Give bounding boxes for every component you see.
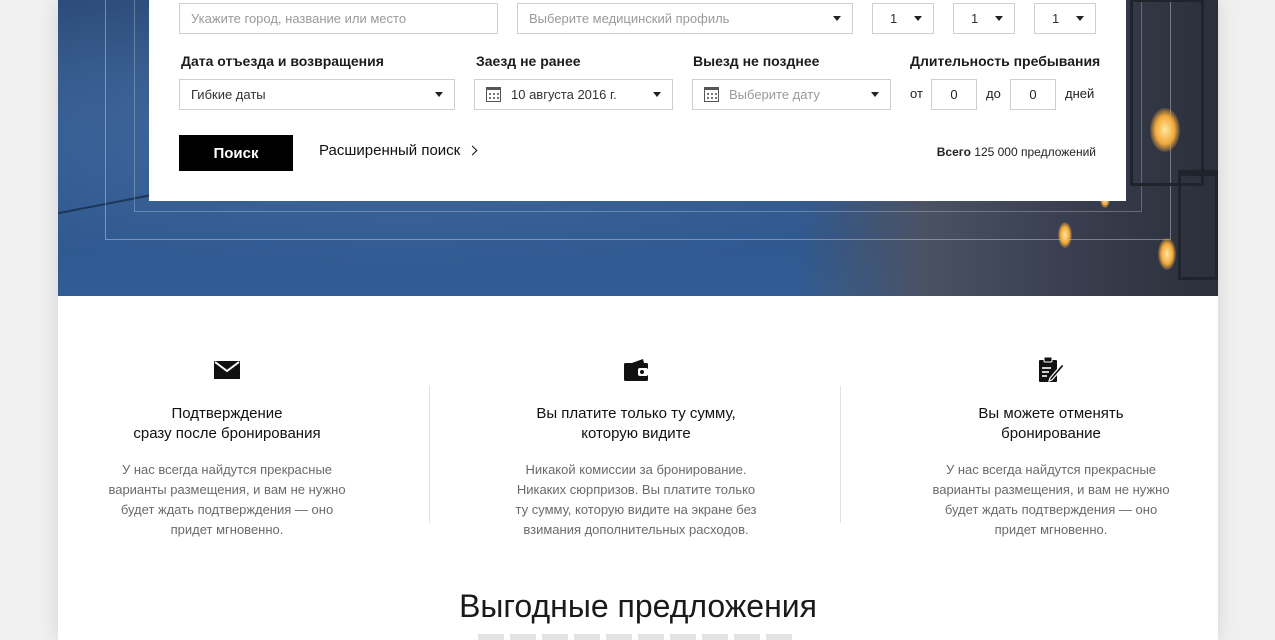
envelope-icon	[58, 356, 432, 384]
offers-heading: Выгодные предложения	[459, 588, 817, 624]
feature-divider	[429, 386, 430, 523]
checkin-date-picker[interactable]: 10 августа 2016 г.	[474, 79, 673, 110]
duration-to-input[interactable]: 0	[1010, 79, 1056, 110]
medical-profile-select[interactable]: Выберите медицинский профиль	[517, 3, 853, 34]
offers-subtitle-cutoff	[478, 634, 798, 640]
chevron-down-icon	[1076, 16, 1084, 21]
feature-divider	[840, 386, 841, 523]
checkout-date-picker[interactable]: Выберите дату	[692, 79, 891, 110]
feature-title-line: бронирование	[1001, 425, 1101, 442]
feature-description: У нас всегда найдутся прекрасные вариант…	[108, 462, 346, 537]
duration-from-input[interactable]: 0	[931, 79, 977, 110]
advanced-search-label: Расширенный поиск	[319, 142, 461, 159]
duration-unit-label: дней	[1065, 86, 1095, 101]
feature-description: Никакой комиссии за бронирование. Никаки…	[515, 462, 757, 537]
dates-label: Дата отъезда и возвращения	[181, 53, 384, 69]
chevron-down-icon	[833, 16, 841, 21]
advanced-search-link[interactable]: Расширенный поиск	[319, 142, 478, 159]
guests-value: 1	[890, 11, 898, 26]
calendar-icon	[704, 87, 719, 102]
chevron-right-icon	[467, 145, 478, 156]
guests-select-3[interactable]: 1	[1034, 3, 1096, 34]
location-input[interactable]: Укажите город, название или место	[179, 3, 498, 34]
chevron-down-icon	[995, 16, 1003, 21]
feature-title-line: которую видите	[581, 425, 691, 442]
feature-title: Вы можете отменять бронирование	[846, 404, 1218, 444]
wallet-icon	[431, 356, 841, 384]
search-form: Укажите город, название или место Выбери…	[149, 0, 1126, 201]
feature-instant-confirmation: Подтверждение сразу после бронирования У…	[58, 356, 432, 540]
chevron-down-icon	[914, 16, 922, 21]
total-offers: Всего 125 000 предложений	[937, 145, 1096, 159]
total-count: 125 000 предложений	[974, 145, 1096, 159]
clipboard-edit-icon	[846, 356, 1218, 384]
page: Укажите город, название или место Выбери…	[58, 0, 1218, 640]
guests-value: 1	[971, 11, 979, 26]
guests-select-2[interactable]: 1	[953, 3, 1015, 34]
lantern-light	[1058, 222, 1072, 248]
lantern-decoration	[1130, 0, 1204, 186]
feature-title: Вы платите только ту сумму, которую види…	[431, 404, 841, 444]
duration-from-label: от	[910, 86, 923, 101]
search-button[interactable]: Поиск	[179, 135, 293, 171]
location-placeholder: Укажите город, название или место	[191, 11, 407, 26]
feature-title-line: Подтверждение	[171, 405, 283, 422]
feature-no-hidden-fees: Вы платите только ту сумму, которую види…	[431, 356, 841, 540]
guests-value: 1	[1052, 11, 1060, 26]
feature-description: У нас всегда найдутся прекрасные вариант…	[932, 462, 1170, 537]
calendar-icon	[486, 87, 501, 102]
feature-free-cancellation: Вы можете отменять бронирование У нас вс…	[846, 356, 1218, 540]
chevron-down-icon	[435, 92, 443, 97]
checkin-value: 10 августа 2016 г.	[511, 87, 617, 102]
feature-title-line: сразу после бронирования	[133, 425, 321, 442]
profile-placeholder: Выберите медицинский профиль	[529, 11, 730, 26]
checkout-placeholder: Выберите дату	[729, 87, 820, 102]
lantern-light	[1158, 238, 1176, 270]
chevron-down-icon	[653, 92, 661, 97]
checkout-label: Выезд не позднее	[693, 53, 820, 69]
feature-title-line: Вы можете отменять	[978, 405, 1124, 422]
feature-title: Подтверждение сразу после бронирования	[58, 404, 432, 444]
lantern-light	[1150, 108, 1180, 152]
lantern-decoration	[1178, 170, 1218, 280]
hero-banner: Укажите город, название или место Выбери…	[58, 0, 1218, 296]
dates-select[interactable]: Гибкие даты	[179, 79, 455, 110]
dates-value: Гибкие даты	[191, 87, 266, 102]
duration-label: Длительность пребывания	[910, 53, 1101, 69]
guests-select-1[interactable]: 1	[872, 3, 934, 34]
chevron-down-icon	[871, 92, 879, 97]
total-prefix: Всего	[936, 145, 971, 159]
feature-title-line: Вы платите только ту сумму,	[536, 405, 736, 422]
checkin-label: Заезд не ранее	[476, 53, 581, 69]
duration-to-label: до	[986, 86, 1001, 101]
